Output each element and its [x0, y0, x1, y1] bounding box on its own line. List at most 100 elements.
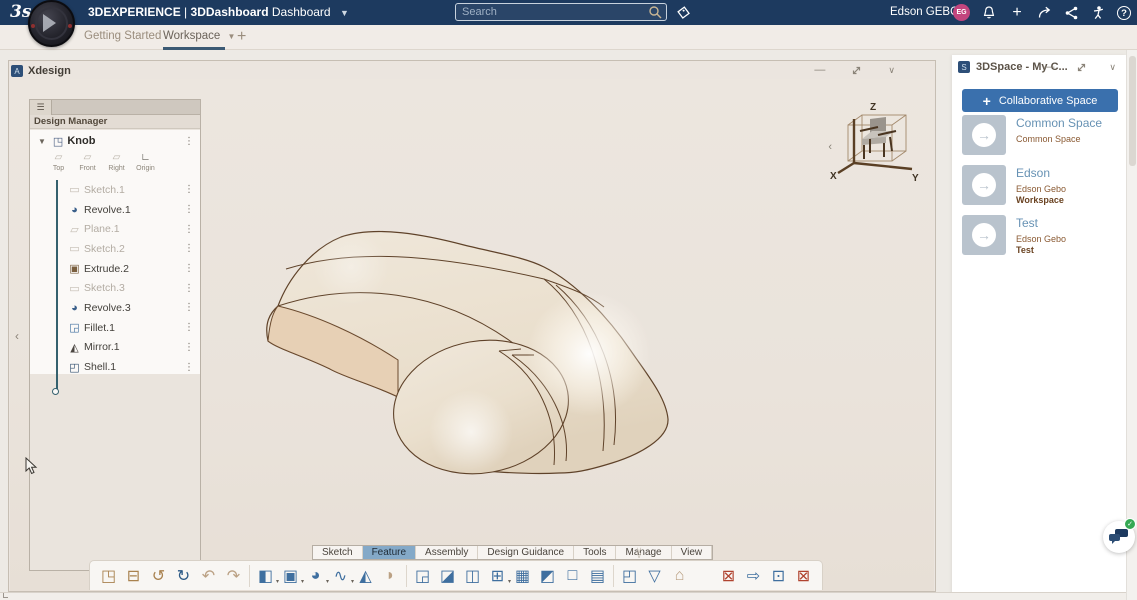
kebab-menu-icon[interactable]: ⋮ — [184, 302, 194, 313]
remove-face-icon[interactable]: ⊠ — [791, 564, 816, 588]
brand-title[interactable]: 3DEXPERIENCE | 3DDashboard Dashboard ▼ — [88, 5, 349, 19]
refresh-icon[interactable]: ↻ — [171, 564, 196, 588]
expand-icon[interactable] — [1076, 62, 1087, 73]
pocket-icon[interactable]: ▣ ▾ — [278, 564, 303, 588]
compass-person-icon[interactable] — [1089, 4, 1107, 22]
tab-getting-started[interactable]: Getting Started — [84, 30, 161, 42]
add-tab-button[interactable]: + — [237, 28, 246, 46]
kebab-menu-icon[interactable]: ⋮ — [184, 322, 194, 333]
boolean-union-icon[interactable]: ▦ — [510, 564, 535, 588]
pad-icon[interactable]: ◧ ▾ — [253, 564, 278, 588]
sweep-icon[interactable]: ∿ ▾ — [328, 564, 353, 588]
tree-feature-row[interactable]: ◕ Revolve.3 ⋮ — [30, 298, 200, 318]
redo-icon[interactable]: ↷ — [221, 564, 246, 588]
save-database-icon[interactable]: ⊟ — [121, 564, 146, 588]
help-icon[interactable]: ? — [1115, 4, 1133, 22]
mirror-tool-icon[interactable]: ◫ — [460, 564, 485, 588]
tree-feature-row[interactable]: ▣ Extrude.2 ⋮ — [30, 259, 200, 279]
tree-feature-row[interactable]: ▱ Plane.1 ⋮ — [30, 219, 200, 239]
reference-plane-item[interactable]: ▱ Front — [73, 152, 102, 178]
kebab-menu-icon[interactable]: ⋮ — [184, 283, 194, 294]
ribbon-tab-sketch[interactable]: Sketch — [313, 546, 363, 559]
knob-3d-model[interactable] — [256, 227, 686, 487]
thickness-icon[interactable]: ▤ — [585, 564, 610, 588]
save-model-icon[interactable]: ◳ — [96, 564, 121, 588]
kebab-menu-icon[interactable]: ⋮ — [184, 243, 194, 254]
tree-feature-row[interactable]: ▭ Sketch.1 ⋮ — [30, 180, 200, 200]
reference-plane-item[interactable]: ∟ Origin — [131, 152, 160, 178]
tree-root-row[interactable]: ▼ ◳ Knob ⋮ — [30, 132, 200, 150]
ribbon-tab-assembly[interactable]: Assembly — [416, 546, 478, 559]
pattern-icon[interactable]: ⊞ ▾ — [485, 564, 510, 588]
expand-icon[interactable] — [851, 65, 862, 76]
chevron-down-icon[interactable]: ▼ — [38, 137, 46, 146]
search-box[interactable] — [455, 3, 667, 21]
tree-list-tab[interactable]: ☰ — [30, 100, 52, 115]
minimize-icon[interactable]: — — [1043, 61, 1054, 73]
minimize-icon[interactable]: — — [814, 64, 825, 76]
reference-plane-item[interactable]: ▱ Top — [44, 152, 73, 178]
ribbon-collapse-icon[interactable]: ∨∨ — [630, 548, 648, 558]
notifications-bell-icon[interactable] — [980, 4, 998, 22]
space-list-item[interactable]: → Common Space Common Space — [962, 115, 1122, 157]
kebab-menu-icon[interactable]: ⋮ — [184, 362, 194, 373]
chevron-down-icon[interactable]: ∨ — [1109, 62, 1116, 73]
reference-plane-item[interactable]: ▱ Right — [102, 152, 131, 178]
revolve-tool-icon[interactable]: ◕ ▾ — [303, 564, 328, 588]
collaborative-space-button[interactable]: + Collaborative Space — [962, 89, 1118, 112]
section-icon[interactable]: ▽ — [642, 564, 667, 588]
tree-feature-row[interactable]: ▭ Sketch.2 ⋮ — [30, 239, 200, 259]
kebab-menu-icon[interactable]: ⋮ — [184, 204, 194, 215]
3dcompass-icon[interactable] — [28, 0, 75, 47]
kebab-menu-icon[interactable]: ⋮ — [184, 224, 194, 235]
ribbon-tab-design-guidance[interactable]: Design Guidance — [478, 546, 574, 559]
undo-icon[interactable]: ↶ — [196, 564, 221, 588]
tree-feature-row[interactable]: ◰ Shell.1 ⋮ — [30, 357, 200, 377]
feature-label: Revolve.1 — [84, 204, 131, 216]
tree-feature-row[interactable]: ◭ Mirror.1 ⋮ — [30, 338, 200, 358]
delete-face-icon[interactable]: ⊠ — [716, 564, 741, 588]
add-content-icon[interactable]: + — [1008, 4, 1026, 22]
share-nodes-icon[interactable] — [1063, 4, 1081, 22]
space-list-item[interactable]: → Edson Edson Gebo Workspace — [962, 165, 1122, 207]
chevron-down-icon[interactable]: ▼ — [340, 8, 349, 18]
kebab-menu-icon[interactable]: ⋮ — [184, 342, 194, 353]
scrollbar-thumb[interactable] — [1129, 56, 1136, 166]
search-icon[interactable] — [648, 5, 662, 19]
fillet-tool-icon[interactable]: ◲ — [410, 564, 435, 588]
split-icon[interactable]: ◩ — [535, 564, 560, 588]
user-avatar[interactable]: EG — [953, 4, 970, 21]
chevron-down-icon[interactable]: ▼ — [228, 32, 236, 41]
user-name[interactable]: Edson GEBO — [890, 6, 959, 18]
top-plane-icon: ▱ — [44, 152, 73, 165]
3d-viewport[interactable]: ‹ — [10, 79, 934, 591]
tree-feature-row[interactable]: ◕ Revolve.1 ⋮ — [30, 200, 200, 220]
kebab-menu-icon[interactable]: ⋮ — [184, 136, 194, 147]
draft-icon[interactable]: ◭ — [353, 564, 378, 588]
chevron-down-icon[interactable]: ∨ — [888, 65, 895, 76]
tab-workspace[interactable]: Workspace ▼ — [163, 30, 235, 42]
ribbon-tab-tools[interactable]: Tools — [574, 546, 616, 559]
replace-face-icon[interactable]: ⇨ — [741, 564, 766, 588]
tag-icon[interactable] — [674, 4, 692, 22]
active-tab-underline — [163, 47, 225, 50]
shell-tool-icon[interactable]: □ — [560, 564, 585, 588]
share-icon[interactable] — [1036, 4, 1054, 22]
panel-collapse-chevron[interactable]: ‹ — [15, 329, 19, 343]
move-face-icon[interactable]: ⊡ — [766, 564, 791, 588]
update-icon[interactable]: ↺ — [146, 564, 171, 588]
tree-feature-row[interactable]: ▭ Sketch.3 ⋮ — [30, 278, 200, 298]
plane-transform-icon[interactable]: ◰ — [617, 564, 642, 588]
chamfer-icon[interactable]: ◪ — [435, 564, 460, 588]
ribbon-tab-feature[interactable]: Feature — [363, 546, 416, 559]
space-list-item[interactable]: → Test Edson Gebo Test — [962, 215, 1122, 257]
search-input[interactable] — [456, 6, 648, 18]
ribbon-tab-view[interactable]: View — [672, 546, 713, 559]
chat-widget-button[interactable]: ✓ — [1103, 521, 1135, 553]
tree-feature-row[interactable]: ◲ Fillet.1 ⋮ — [30, 318, 200, 338]
view-compass-triad[interactable]: Z X Y — [826, 101, 922, 183]
kebab-menu-icon[interactable]: ⋮ — [184, 263, 194, 274]
kebab-menu-icon[interactable]: ⋮ — [184, 184, 194, 195]
unfold-icon[interactable]: ⌂ — [667, 564, 692, 588]
rib-icon[interactable]: ◗ — [378, 564, 403, 588]
